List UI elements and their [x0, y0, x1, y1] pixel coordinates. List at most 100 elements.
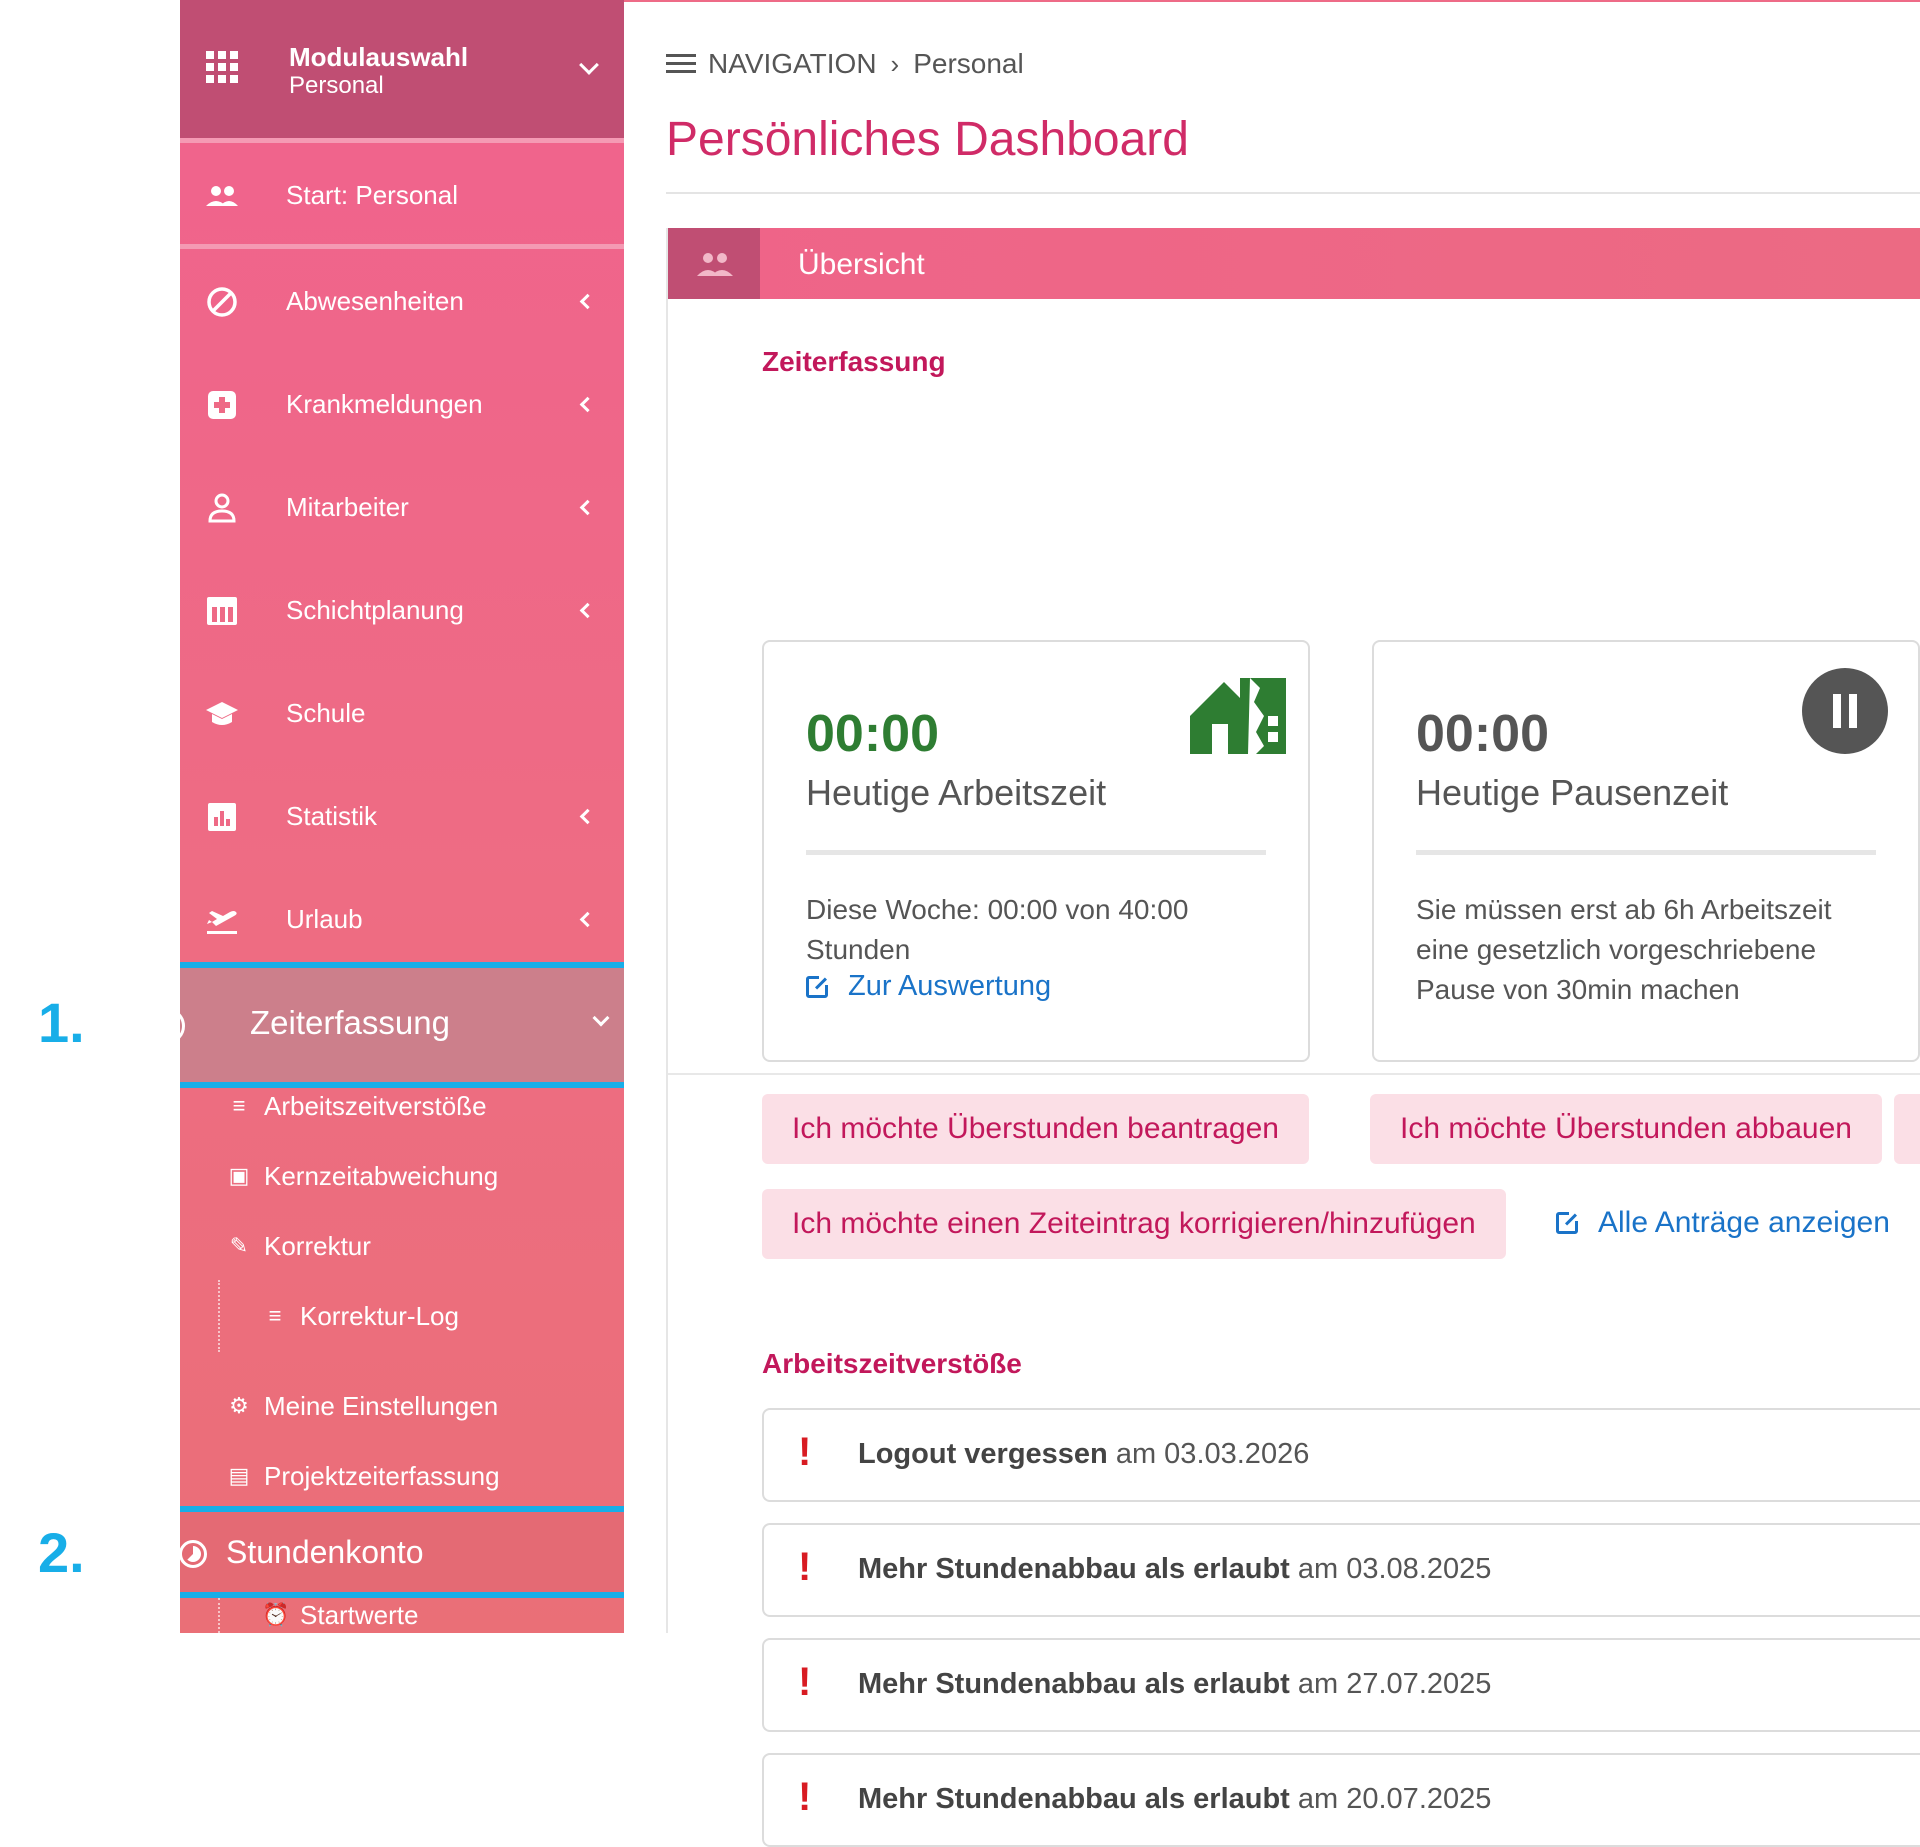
chevron-left-icon — [579, 396, 596, 413]
chevron-right-icon: › — [890, 48, 900, 79]
graduation-cap-icon — [206, 702, 238, 725]
divider — [180, 244, 624, 249]
request-overtime-button[interactable]: Ich möchte Überstunden beantragen — [762, 1094, 1309, 1164]
divider — [180, 138, 624, 143]
violation-item[interactable]: ! Mehr Stundenabbau als erlaubt am 20.07… — [762, 1753, 1920, 1847]
sidebar: Modulauswahl Personal Start: Personal Ab… — [180, 0, 624, 1633]
sidebar-subitem-arbeitszeitverstoesse[interactable]: ≡ Arbeitszeitverstöße — [180, 1081, 624, 1131]
exclamation-icon: ! — [798, 1660, 812, 1704]
person-icon — [208, 493, 236, 523]
module-selector[interactable]: Modulauswahl Personal — [180, 0, 624, 138]
briefcase-clock-icon: ▤ — [228, 1463, 250, 1488]
breadcrumb-current: Personal — [913, 48, 1024, 79]
step-number-2: 2. — [38, 1521, 85, 1584]
violation-item[interactable]: ! Mehr Stundenabbau als erlaubt am 03.08… — [762, 1523, 1920, 1617]
overview-panel: Übersicht Zeiterfassung 00:00 Heutige Ar… — [666, 228, 1920, 1847]
sidebar-item-label: Schule — [286, 698, 366, 728]
work-time-value: 00:00 — [806, 705, 939, 763]
all-requests-label: Alle Anträge anzeigen — [1598, 1206, 1890, 1239]
people-icon — [697, 253, 733, 276]
sidebar-subitem-projektzeiterfassung[interactable]: ▤ Projektzeiterfassung — [180, 1451, 624, 1501]
section-title-zeiterfassung: Zeiterfassung — [762, 346, 946, 377]
module-title: Modulauswahl — [289, 42, 469, 72]
sidebar-item-statistik[interactable]: Statistik — [180, 777, 624, 857]
external-link-icon — [806, 972, 831, 998]
pencil-icon: ✎ — [229, 1233, 249, 1258]
sidebar-item-label: Krankmeldungen — [286, 389, 483, 419]
sidebar-item-urlaub[interactable]: Urlaub — [180, 880, 624, 960]
pause-info: Sie müssen erst ab 6h Arbeitszeit eine g… — [1416, 894, 1832, 1005]
sidebar-item-label: Abwesenheiten — [286, 286, 464, 316]
calendar-table-icon — [207, 597, 237, 625]
sidebar-item-schichtplanung[interactable]: Schichtplanung — [180, 571, 624, 651]
sidebar-item-zeiterfassung[interactable]: Zeiterfassung — [180, 962, 624, 1088]
sidebar-subitem-meine-einstellungen[interactable]: ⚙ Meine Einstellungen — [180, 1381, 624, 1431]
sidebar-subitem-label: Arbeitszeitverstöße — [264, 1091, 487, 1121]
sidebar-item-schule[interactable]: Schule — [180, 674, 624, 754]
violation-item[interactable]: ! Logout vergessen am 03.03.2026 — [762, 1408, 1920, 1502]
sidebar-item-label: Start: Personal — [286, 180, 458, 210]
sidebar-item-label: Statistik — [286, 801, 378, 831]
page-title: Persönliches Dashboard — [666, 113, 1189, 166]
exclamation-icon: ! — [798, 1545, 812, 1589]
pie-clock-icon — [180, 1540, 207, 1568]
pause-time-value: 00:00 — [1416, 705, 1549, 763]
sidebar-item-label: Mitarbeiter — [286, 492, 409, 522]
gear-icon: ⚙ — [229, 1393, 249, 1418]
apps-grid-icon — [206, 51, 238, 83]
chevron-down-icon — [592, 1009, 610, 1027]
sidebar-subitem-label: Kernzeitabweichung — [264, 1161, 499, 1191]
all-requests-link[interactable]: Alle Anträge anzeigen — [1556, 1206, 1890, 1240]
violation-text: Mehr Stundenabbau als erlaubt am 27.07.2… — [858, 1668, 1492, 1700]
sidebar-item-abwesenheiten[interactable]: Abwesenheiten — [180, 262, 624, 342]
correct-time-entry-button[interactable]: Ich möchte einen Zeiteintrag korrigieren… — [762, 1189, 1506, 1259]
menu-icon[interactable] — [666, 54, 696, 74]
panel-title: Übersicht — [798, 248, 925, 281]
panel-icon-box — [668, 228, 760, 299]
sidebar-subitem-kernzeitabweichung[interactable]: ▣ Kernzeitabweichung — [180, 1151, 624, 1201]
more-action-button[interactable] — [1894, 1094, 1920, 1164]
sidebar-subitem-korrektur[interactable]: ✎ Korrektur — [180, 1221, 624, 1271]
sidebar-item-start[interactable]: Start: Personal — [180, 156, 624, 236]
work-time-card: 00:00 Heutige Arbeitszeit Diese Woche: 0… — [762, 640, 1310, 1062]
sidebar-subitem-label: Korrektur-Log — [300, 1301, 459, 1331]
evaluation-link[interactable]: Zur Auswertung — [806, 970, 1051, 1003]
pause-time-card: 00:00 Heutige Pausenzeit Sie müssen erst… — [1372, 640, 1920, 1062]
pause-time-caption: Heutige Pausenzeit — [1416, 772, 1729, 813]
reduce-overtime-button[interactable]: Ich möchte Überstunden abbauen — [1370, 1094, 1882, 1164]
house-icon — [1190, 678, 1286, 754]
chevron-left-icon — [579, 911, 596, 928]
exclamation-icon: ! — [798, 1430, 812, 1474]
chevron-left-icon — [579, 602, 596, 619]
sidebar-subitem-label: Korrektur — [264, 1231, 371, 1261]
divider — [668, 1073, 1920, 1075]
sidebar-subitem-startwerte[interactable]: ⏰ Startwerte — [216, 1590, 624, 1633]
list-icon: ≡ — [232, 1093, 246, 1118]
panel-header: Übersicht — [668, 228, 1920, 299]
step-number-1: 1. — [38, 991, 85, 1054]
breadcrumb: NAVIGATION › Personal — [666, 48, 1024, 80]
clock-icon — [180, 1008, 185, 1044]
pause-icon — [1802, 668, 1888, 754]
violation-item[interactable]: ! Mehr Stundenabbau als erlaubt am 27.07… — [762, 1638, 1920, 1732]
sidebar-item-label: Schichtplanung — [286, 595, 464, 625]
sidebar-subitem-korrektur-log[interactable]: ≡ Korrektur-Log — [216, 1291, 624, 1341]
violation-text: Mehr Stundenabbau als erlaubt am 20.07.2… — [858, 1783, 1492, 1815]
section-title-violations: Arbeitszeitverstöße — [762, 1348, 1022, 1379]
bar-chart-icon — [208, 803, 236, 831]
main-content: NAVIGATION › Personal Persönliches Dashb… — [624, 0, 1920, 1847]
breadcrumb-root[interactable]: NAVIGATION — [708, 48, 877, 80]
alarm-clock-icon: ⏰ — [262, 1602, 290, 1627]
people-icon — [206, 186, 238, 206]
sidebar-subitem-label: Startwerte — [300, 1600, 419, 1630]
medical-plus-icon — [208, 391, 236, 419]
chevron-down-icon — [579, 55, 599, 75]
plane-departure-icon — [207, 911, 237, 934]
violation-text: Mehr Stundenabbau als erlaubt am 03.08.2… — [858, 1553, 1492, 1585]
evaluation-link-label: Zur Auswertung — [848, 970, 1052, 1002]
sidebar-item-stundenkonto[interactable]: Stundenkonto — [180, 1506, 624, 1598]
external-link-icon — [1556, 1209, 1581, 1234]
sidebar-item-mitarbeiter[interactable]: Mitarbeiter — [180, 468, 624, 548]
sidebar-item-krankmeldungen[interactable]: Krankmeldungen — [180, 365, 624, 445]
chevron-left-icon — [579, 499, 596, 516]
